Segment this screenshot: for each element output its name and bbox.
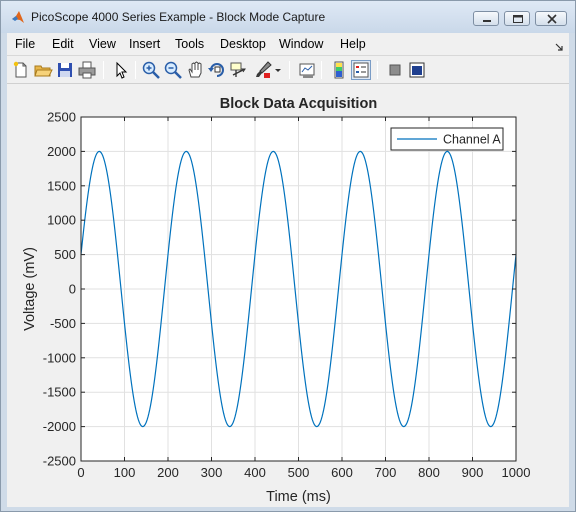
insert-colorbar-icon[interactable] bbox=[329, 60, 349, 80]
edit-plot-icon[interactable] bbox=[111, 60, 131, 80]
x-tick-label: 800 bbox=[418, 465, 440, 480]
insert-legend-icon[interactable] bbox=[351, 60, 371, 80]
toolbar-separator bbox=[103, 61, 104, 79]
window-title: PicoScope 4000 Series Example - Block Mo… bbox=[31, 10, 326, 24]
matlab-logo-icon bbox=[11, 10, 25, 24]
y-axis-label: Voltage (mV) bbox=[22, 247, 38, 331]
y-tick-label: 2500 bbox=[47, 110, 76, 125]
y-tick-label: 500 bbox=[54, 247, 76, 262]
hide-plot-tools-icon[interactable] bbox=[385, 60, 405, 80]
y-tick-label: 0 bbox=[69, 282, 76, 297]
x-tick-label: 600 bbox=[331, 465, 353, 480]
y-tick-label: -2500 bbox=[43, 454, 76, 469]
menu-view[interactable]: View bbox=[89, 37, 116, 51]
menu-window[interactable]: Window bbox=[279, 37, 323, 51]
y-tick-label: 2000 bbox=[47, 144, 76, 159]
print-icon[interactable] bbox=[77, 60, 97, 80]
save-icon[interactable] bbox=[55, 60, 75, 80]
x-tick-label: 400 bbox=[244, 465, 266, 480]
x-axis-label: Time (ms) bbox=[266, 489, 331, 505]
toolbar-separator bbox=[135, 61, 136, 79]
toolbar-separator bbox=[377, 61, 378, 79]
dock-arrow-icon[interactable] bbox=[555, 38, 563, 56]
y-tick-label: -500 bbox=[50, 316, 76, 331]
menu-edit[interactable]: Edit bbox=[52, 37, 74, 51]
figure-window: PicoScope 4000 Series Example - Block Mo… bbox=[0, 0, 576, 512]
y-tick-label: 1500 bbox=[47, 178, 76, 193]
x-tick-label: 500 bbox=[288, 465, 310, 480]
y-tick-label: 1000 bbox=[47, 213, 76, 228]
link-plot-icon[interactable] bbox=[297, 60, 317, 80]
menu-help[interactable]: Help bbox=[340, 37, 366, 51]
menu-desktop[interactable]: Desktop bbox=[220, 37, 266, 51]
x-tick-label: 900 bbox=[462, 465, 484, 480]
figure-canvas: 0 100 200 300 400 500 600 700 800 900 1000 -2500 -20… bbox=[7, 83, 569, 507]
toolbar-separator bbox=[289, 61, 290, 79]
title-bar[interactable]: PicoScope 4000 Series Example - Block Mo… bbox=[1, 1, 575, 33]
x-tick-label: 200 bbox=[157, 465, 179, 480]
menu-tools[interactable]: Tools bbox=[175, 37, 204, 51]
maximize-button[interactable] bbox=[504, 11, 530, 26]
menu-bar: File Edit View Insert Tools Desktop Wind… bbox=[7, 33, 569, 55]
zoom-out-icon[interactable] bbox=[163, 60, 183, 80]
open-file-icon[interactable] bbox=[33, 60, 53, 80]
brush-dropdown-icon[interactable] bbox=[273, 60, 283, 80]
minimize-button[interactable] bbox=[473, 11, 499, 26]
x-tick-label: 700 bbox=[375, 465, 397, 480]
data-cursor-icon[interactable] bbox=[229, 60, 249, 80]
figure-toolbar bbox=[7, 55, 569, 83]
menu-file[interactable]: File bbox=[15, 37, 35, 51]
y-tick-label: -1000 bbox=[43, 350, 76, 365]
x-tick-label: 0 bbox=[77, 465, 84, 480]
zoom-in-icon[interactable] bbox=[141, 60, 161, 80]
new-figure-icon[interactable] bbox=[11, 60, 31, 80]
y-tick-label: -2000 bbox=[43, 419, 76, 434]
rotate-3d-icon[interactable] bbox=[207, 60, 227, 80]
y-tick-label: -1500 bbox=[43, 385, 76, 400]
x-tick-label: 100 bbox=[114, 465, 136, 480]
show-plot-tools-icon[interactable] bbox=[407, 60, 427, 80]
x-tick-label: 1000 bbox=[502, 465, 531, 480]
toolbar-separator bbox=[321, 61, 322, 79]
close-button[interactable] bbox=[535, 11, 567, 26]
line-chart[interactable]: 0 100 200 300 400 500 600 700 800 900 1000 -2500 -20… bbox=[7, 84, 569, 508]
menu-insert[interactable]: Insert bbox=[129, 37, 160, 51]
brush-icon[interactable] bbox=[253, 60, 273, 80]
chart-title: Block Data Acquisition bbox=[220, 96, 377, 112]
legend-label-channel-a: Channel A bbox=[443, 133, 501, 147]
pan-icon[interactable] bbox=[185, 60, 205, 80]
x-tick-label: 300 bbox=[201, 465, 223, 480]
